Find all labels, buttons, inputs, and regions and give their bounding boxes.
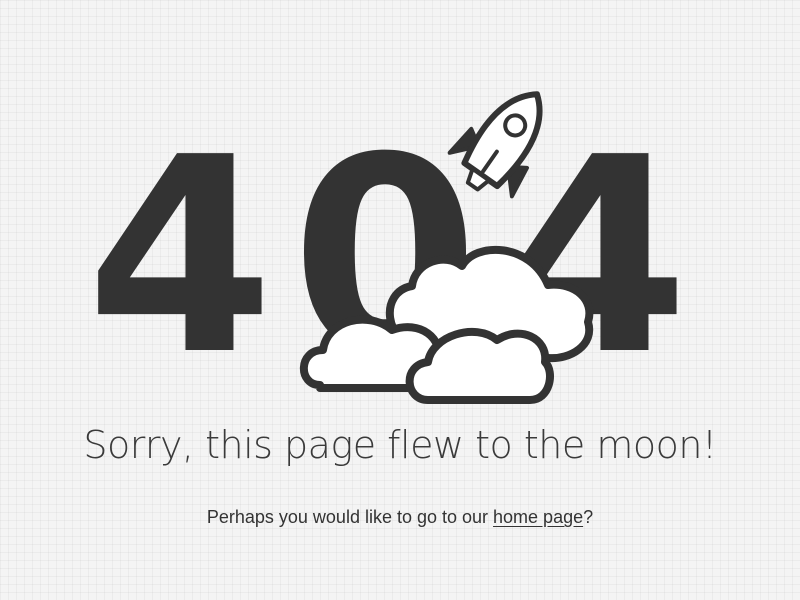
help-text-prefix: Perhaps you would like to go to our [206,507,494,527]
help-text-suffix: ? [583,507,594,527]
help-text: Perhaps you would like to go to our home… [0,503,800,531]
error-code-digit-1: 4 [86,99,274,414]
home-page-link[interactable]: home page [493,507,583,527]
error-headline: Sorry, this page flew to the moon! [83,423,717,467]
error-illustration-svg: 4 0 4 [86,91,689,414]
error-illustration: 4 0 4 [0,0,800,420]
